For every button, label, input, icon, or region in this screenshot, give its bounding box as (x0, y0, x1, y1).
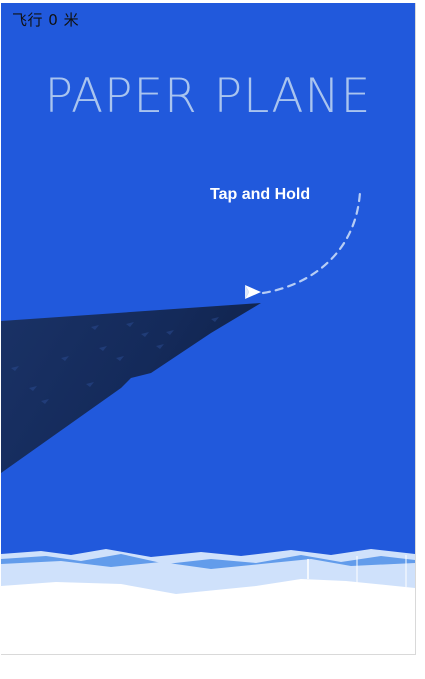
tap-hint: Tap and Hold (210, 186, 311, 203)
distance-counter: 飞行 0 米 (12, 11, 80, 29)
launch-cliff (1, 303, 261, 473)
paper-plane-icon[interactable] (245, 285, 261, 299)
ground (1, 549, 415, 654)
game-canvas[interactable]: 飞行 0 米 PAPER PLANE Tap and Hold (1, 3, 416, 655)
game-title: PAPER PLANE (44, 69, 372, 124)
trajectory-arc (261, 190, 362, 295)
